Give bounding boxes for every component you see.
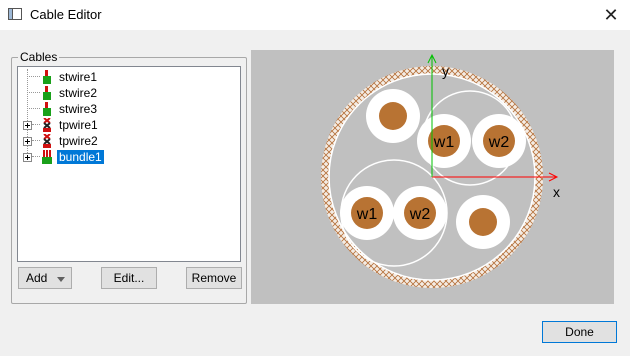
expand-icon[interactable] [23, 153, 32, 162]
twisted-pair-icon [43, 134, 51, 148]
tree-item-label: stwire1 [59, 70, 98, 84]
wire-label: w2 [409, 206, 431, 223]
edit-button[interactable]: Edit... [101, 267, 157, 289]
tree-item-label: stwire3 [59, 102, 98, 116]
window-title: Cable Editor [30, 7, 102, 22]
single-wire-icon [43, 70, 51, 84]
title-bar: Cable Editor ✕ [0, 0, 630, 30]
tree-item-label: tpwire1 [59, 118, 98, 132]
twisted-pair-icon [43, 118, 51, 132]
bundle-icon [42, 150, 52, 164]
tree-item-label: bundle1 [57, 150, 104, 164]
wire [456, 195, 510, 249]
expand-icon[interactable] [23, 137, 32, 146]
tree-item-stwire2[interactable]: stwire2 [18, 85, 218, 101]
x-axis-label: x [553, 184, 560, 200]
cable-cross-section-canvas[interactable]: w1 w2 w1 w2 x y [251, 50, 614, 304]
tree-item-tpwire1[interactable]: tpwire1 [18, 117, 218, 133]
add-button-label: Add [26, 271, 48, 285]
single-wire-icon [43, 102, 51, 116]
tree-item-stwire3[interactable]: stwire3 [18, 101, 218, 117]
tree-item-tpwire2[interactable]: tpwire2 [18, 133, 218, 149]
chevron-down-icon [57, 277, 65, 282]
tree-item-label: tpwire2 [59, 134, 98, 148]
expand-icon[interactable] [23, 121, 32, 130]
wire [366, 89, 420, 143]
window-icon [8, 8, 22, 20]
close-icon[interactable]: ✕ [598, 4, 624, 26]
single-wire-icon [43, 86, 51, 100]
tree-item-label: stwire2 [59, 86, 98, 100]
cable-cross-section-view: w1 w2 w1 w2 x y [321, 53, 560, 288]
y-axis-label: y [442, 63, 449, 79]
remove-button[interactable]: Remove [186, 267, 242, 289]
tree-item-bundle1[interactable]: bundle1 [18, 149, 218, 165]
cables-tree[interactable]: stwire1 stwire2 stwire3 tpwire1 tpwire2 [17, 66, 241, 262]
add-button[interactable]: Add [18, 267, 72, 289]
wire-label: w2 [488, 134, 510, 151]
wire-label: w1 [433, 134, 455, 151]
wire-label: w1 [356, 206, 378, 223]
done-button[interactable]: Done [542, 321, 617, 343]
cables-group-label: Cables [18, 50, 60, 64]
tree-item-stwire1[interactable]: stwire1 [18, 69, 218, 85]
